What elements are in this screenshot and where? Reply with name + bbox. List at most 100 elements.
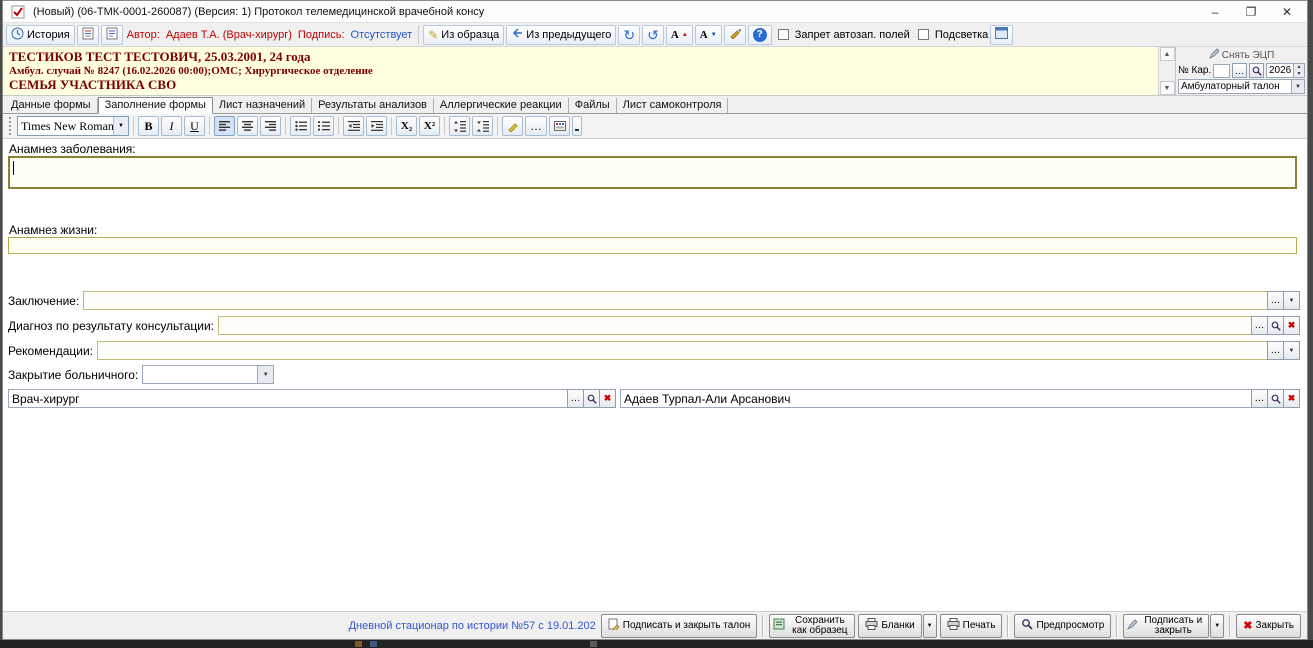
diagnosis-search-button[interactable]: [1267, 316, 1284, 335]
toolbar-overflow-button[interactable]: [572, 116, 582, 136]
remove-ecp-button[interactable]: Снять ЭЦП: [1178, 48, 1305, 62]
blanks-dropdown-button[interactable]: ▼: [923, 614, 937, 638]
sick-leave-select[interactable]: ▼: [142, 365, 274, 384]
doctor-position-search-button[interactable]: [583, 389, 600, 408]
doctor-name-input[interactable]: [620, 389, 1252, 408]
chevron-down-icon[interactable]: ▼: [257, 366, 273, 383]
refresh-button[interactable]: ↻: [618, 25, 640, 45]
line-spacing-increase-button[interactable]: [472, 116, 493, 136]
superscript-button[interactable]: X²: [419, 116, 440, 136]
help-icon: ?: [753, 28, 767, 42]
help-button[interactable]: ?: [748, 25, 772, 45]
font-increase-label: A: [671, 29, 679, 41]
bullet-list-button[interactable]: [290, 116, 311, 136]
conclusion-dropdown-button[interactable]: ▼: [1283, 291, 1300, 310]
year-spinner[interactable]: 2026 ▲ ▼: [1266, 63, 1305, 78]
recommendations-dropdown-button[interactable]: ▼: [1283, 341, 1300, 360]
italic-button[interactable]: I: [161, 116, 182, 136]
outdent-button[interactable]: [343, 116, 364, 136]
format-brush-button[interactable]: [724, 25, 746, 45]
patient-info: ТЕСТИКОВ ТЕСТ ТЕСТОВИЧ, 25.03.2001, 24 г…: [3, 47, 1158, 95]
doctor-position-lookup-button[interactable]: …: [567, 389, 584, 408]
doctor-name-lookup-button[interactable]: …: [1251, 389, 1268, 408]
spin-down-icon[interactable]: ▼: [1294, 71, 1304, 78]
highlight-brush-button[interactable]: [502, 116, 523, 136]
conclusion-input[interactable]: [83, 291, 1268, 310]
close-button[interactable]: ✖ Закрыть: [1236, 614, 1301, 638]
font-decrease-button[interactable]: A▼: [695, 25, 722, 45]
from-sample-button[interactable]: ✎ Из образца: [423, 25, 504, 45]
card-search-button[interactable]: [1249, 63, 1264, 78]
document-info-button[interactable]: [77, 25, 99, 45]
conclusion-label: Заключение:: [8, 294, 79, 308]
doctor-position-input[interactable]: [8, 389, 568, 408]
insert-symbol-button[interactable]: [549, 116, 570, 136]
anamnesis-disease-input[interactable]: [8, 156, 1297, 189]
conclusion-row: Заключение: … ▼: [8, 291, 1300, 310]
autofill-checkbox[interactable]: [778, 29, 789, 40]
form-view-button[interactable]: [990, 25, 1013, 45]
remove-ecp-label: Снять ЭЦП: [1222, 50, 1275, 61]
line-spacing-decrease-button[interactable]: [449, 116, 470, 136]
taskbar-icon[interactable]: [370, 641, 377, 647]
diagnosis-lookup-button[interactable]: …: [1251, 316, 1268, 335]
align-center-button[interactable]: [237, 116, 258, 136]
font-family-select[interactable]: Times New Roman ▼: [17, 116, 129, 136]
conclusion-lookup-button[interactable]: …: [1267, 291, 1284, 310]
taskbar-icon[interactable]: [355, 641, 362, 647]
preview-button[interactable]: Предпросмотр: [1014, 614, 1111, 638]
underline-button[interactable]: U: [184, 116, 205, 136]
year-spin-arrows[interactable]: ▲ ▼: [1293, 64, 1304, 77]
bold-button[interactable]: B: [138, 116, 159, 136]
more-options-button[interactable]: …: [525, 116, 547, 136]
card-number-input[interactable]: [1213, 64, 1230, 78]
anamnesis-life-input[interactable]: [8, 237, 1297, 254]
doctor-name-clear-button[interactable]: ✖: [1283, 389, 1300, 408]
taskbar[interactable]: [0, 640, 1313, 648]
print-button[interactable]: Печать: [940, 614, 1003, 638]
diagnosis-input[interactable]: [218, 316, 1252, 335]
align-left-button[interactable]: [214, 116, 235, 136]
talon-type-select[interactable]: Амбулаторный талон ▼: [1178, 79, 1305, 94]
save-as-template-button[interactable]: Сохранить как образец: [769, 614, 855, 638]
tab-analysis-results[interactable]: Результаты анализов: [312, 98, 434, 113]
maximize-button[interactable]: ❐: [1244, 5, 1258, 19]
tab-self-control-list[interactable]: Лист самоконтроля: [617, 98, 729, 113]
blanks-button[interactable]: Бланки: [858, 614, 921, 638]
patient-scrollbar[interactable]: ▲ ▼: [1158, 47, 1175, 95]
scroll-down-icon[interactable]: ▼: [1160, 81, 1175, 95]
tab-form-data[interactable]: Данные формы: [5, 98, 98, 113]
numbered-list-button[interactable]: [313, 116, 334, 136]
card-lookup-button[interactable]: …: [1232, 63, 1247, 78]
toolbar-grip[interactable]: [9, 117, 13, 135]
document-copy-button[interactable]: [101, 25, 123, 45]
diagnosis-clear-button[interactable]: ✖: [1283, 316, 1300, 335]
chevron-down-icon[interactable]: ▼: [1291, 80, 1304, 93]
doctor-position-clear-button[interactable]: ✖: [599, 389, 616, 408]
sign-and-close-dropdown-button[interactable]: ▼: [1210, 614, 1224, 638]
minimize-button[interactable]: –: [1208, 5, 1222, 19]
sign-and-close-button[interactable]: Подписать и закрыть: [1123, 614, 1209, 638]
history-button[interactable]: История: [6, 25, 75, 45]
chevron-down-icon[interactable]: ▼: [113, 117, 128, 135]
font-increase-button[interactable]: A▲: [666, 25, 693, 45]
reload-button[interactable]: ↺: [642, 25, 664, 45]
sign-close-talon-button[interactable]: Подписать и закрыть талон: [601, 614, 758, 638]
chevron-down-icon: ▼: [1214, 623, 1220, 629]
taskbar-icon[interactable]: [590, 641, 597, 647]
tab-form-filling[interactable]: Заполнение формы: [98, 97, 213, 114]
tab-files[interactable]: Файлы: [569, 98, 617, 113]
diagnosis-label: Диагноз по результату консультации:: [8, 319, 214, 333]
indent-button[interactable]: [366, 116, 387, 136]
doctor-name-search-button[interactable]: [1267, 389, 1284, 408]
tab-allergic-reactions[interactable]: Аллергические реакции: [434, 98, 569, 113]
from-previous-button[interactable]: Из предыдущего: [506, 25, 616, 45]
scroll-up-icon[interactable]: ▲: [1160, 47, 1175, 61]
recommendations-input[interactable]: [97, 341, 1268, 360]
align-right-button[interactable]: [260, 116, 281, 136]
recommendations-lookup-button[interactable]: …: [1267, 341, 1284, 360]
tab-prescription-list[interactable]: Лист назначений: [213, 98, 312, 113]
subscript-button[interactable]: X₂: [396, 116, 417, 136]
highlight-checkbox[interactable]: [918, 29, 929, 40]
close-window-button[interactable]: ✕: [1280, 5, 1294, 19]
